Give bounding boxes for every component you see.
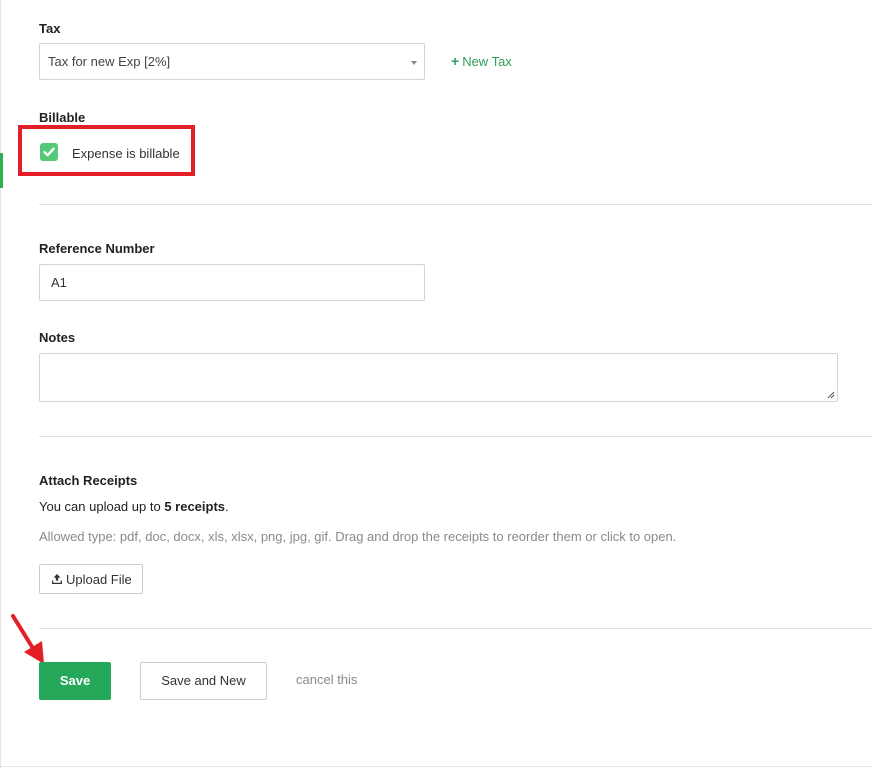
- upload-file-label: Upload File: [66, 572, 132, 587]
- billable-checkbox-label[interactable]: Expense is billable: [72, 146, 180, 161]
- notes-textarea[interactable]: [39, 353, 838, 402]
- section-divider: [39, 436, 872, 437]
- section-divider: [39, 628, 872, 629]
- tax-selected-value: Tax for new Exp [2%]: [48, 54, 171, 69]
- resize-handle-icon[interactable]: [827, 391, 835, 399]
- allowed-types-text: Allowed type: pdf, doc, docx, xls, xlsx,…: [39, 529, 677, 544]
- expense-form-page: Tax Tax for new Exp [2%] + New Tax Billab…: [0, 0, 872, 768]
- reference-number-label: Reference Number: [39, 241, 155, 256]
- section-divider: [39, 204, 872, 205]
- chevron-down-icon: [411, 61, 417, 65]
- upload-limit-count: 5 receipts: [164, 499, 226, 514]
- notes-label: Notes: [39, 330, 76, 345]
- upload-icon: [52, 574, 62, 584]
- new-tax-link[interactable]: + New Tax: [451, 53, 512, 69]
- upload-limit-text: You can upload up to 5 receipts.: [39, 499, 229, 514]
- annotation-arrow-icon: [11, 614, 44, 664]
- tax-select[interactable]: Tax for new Exp [2%]: [39, 43, 425, 80]
- billable-label: Billable: [39, 110, 86, 125]
- billable-checkbox[interactable]: [40, 143, 58, 161]
- save-and-new-button[interactable]: Save and New: [140, 662, 267, 700]
- left-border: [0, 0, 1, 768]
- new-tax-label: New Tax: [462, 54, 512, 69]
- save-button[interactable]: Save: [39, 662, 111, 700]
- upload-limit-suffix: .: [225, 499, 229, 514]
- bottom-border: [0, 766, 872, 767]
- reference-number-input[interactable]: [39, 264, 425, 301]
- check-icon: [43, 147, 55, 157]
- plus-icon: +: [451, 53, 460, 69]
- tax-label: Tax: [39, 21, 61, 36]
- active-section-marker: [0, 153, 3, 188]
- cancel-link[interactable]: cancel this: [296, 672, 357, 687]
- attach-receipts-label: Attach Receipts: [39, 473, 138, 488]
- upload-file-button[interactable]: Upload File: [39, 564, 143, 594]
- upload-limit-prefix: You can upload up to: [39, 499, 161, 514]
